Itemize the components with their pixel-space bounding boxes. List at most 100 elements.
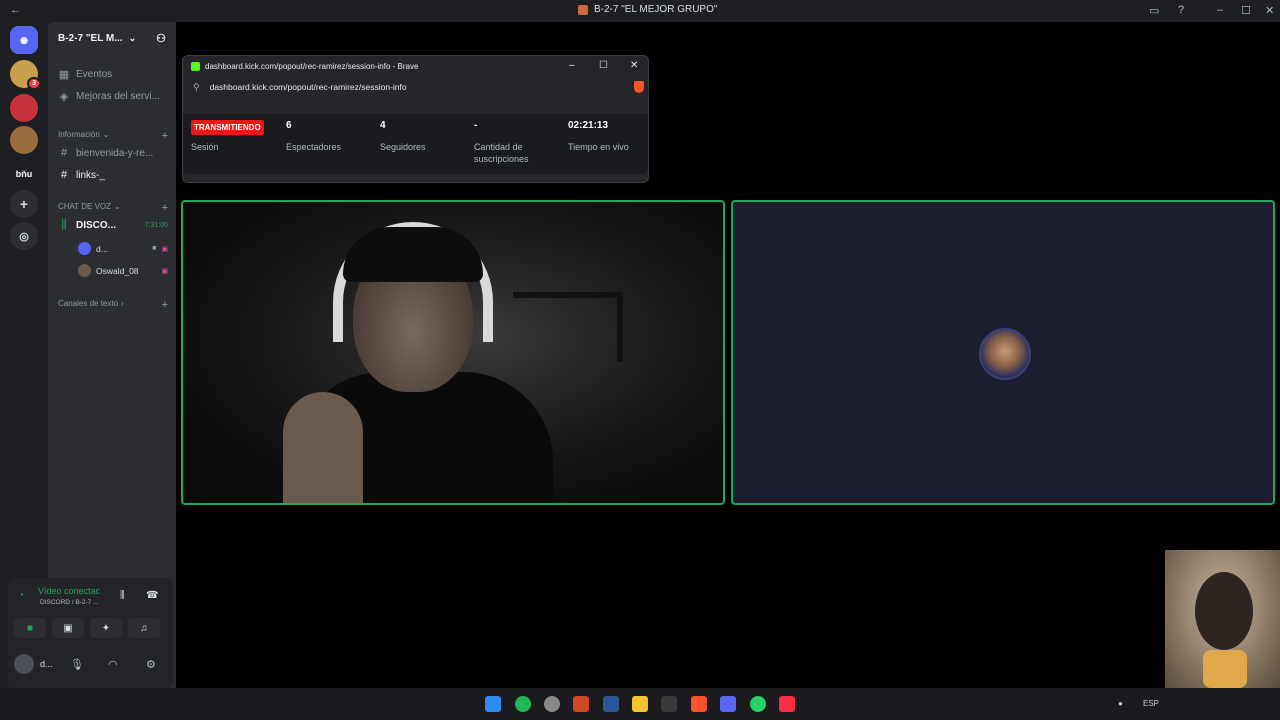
- noise-suppression-icon[interactable]: ⫼: [120, 590, 125, 601]
- microphone-arm: [513, 292, 623, 362]
- menu-item-events[interactable]: ▦ Eventos: [58, 68, 112, 81]
- microphone-icon[interactable]: 🎙: [70, 658, 84, 671]
- discord-home-icon[interactable]: ◉: [10, 26, 38, 54]
- user-panel[interactable]: d...: [14, 654, 53, 674]
- avatar: [78, 264, 91, 277]
- add-channel-icon[interactable]: +: [162, 130, 168, 142]
- windows-icon[interactable]: [485, 696, 501, 712]
- voice-user-name: Oswald_08: [96, 265, 139, 276]
- maximize-icon[interactable]: ☐: [1241, 4, 1251, 17]
- server-icon: [578, 4, 588, 15]
- stat-label: Espectadores: [286, 142, 342, 152]
- gear-icon[interactable]: ⚙: [146, 658, 156, 671]
- notification-badge: 3: [27, 77, 41, 90]
- address-bar[interactable]: ⚲ dashboard.kick.com/popout/rec-ramirez/…: [189, 78, 644, 96]
- add-channel-icon[interactable]: +: [162, 299, 168, 311]
- voice-user[interactable]: d... ■ ▣: [78, 242, 168, 255]
- spotify-icon[interactable]: [515, 696, 531, 712]
- server-item[interactable]: bňu: [10, 160, 38, 188]
- streamer-video: [283, 222, 553, 503]
- chevron-down-icon: ⌄: [128, 32, 137, 43]
- minimize-icon[interactable]: –: [1217, 4, 1223, 16]
- category-label: Información: [58, 130, 100, 139]
- word-icon[interactable]: [603, 696, 619, 712]
- stat-value: 02:21:13: [568, 120, 609, 131]
- close-icon[interactable]: ✕: [630, 60, 638, 71]
- discord-icon[interactable]: [720, 696, 736, 712]
- voice-user-name: d...: [96, 243, 108, 254]
- category-voice[interactable]: CHAT DE VOZ ⌄ +: [58, 202, 168, 214]
- activities-button[interactable]: ✦: [90, 618, 122, 638]
- help-icon[interactable]: ?: [1178, 4, 1184, 16]
- powerpoint-icon[interactable]: [573, 696, 589, 712]
- disconnect-icon[interactable]: ☎: [146, 590, 158, 601]
- brave-icon[interactable]: [691, 696, 707, 712]
- stat-value: -: [474, 120, 478, 131]
- back-icon[interactable]: ←: [10, 4, 21, 16]
- calendar-icon: ▦: [58, 69, 70, 81]
- add-channel-icon[interactable]: +: [162, 202, 168, 214]
- server-item-active[interactable]: [10, 126, 38, 154]
- microphone-icon[interactable]: ●: [1118, 699, 1123, 708]
- browser-popout-window[interactable]: dashboard.kick.com/popout/rec-ramirez/se…: [182, 55, 649, 183]
- popout-titlebar: dashboard.kick.com/popout/rec-ramirez/se…: [183, 56, 648, 76]
- window-title-text: B-2-7 "EL MEJOR GRUPO": [594, 4, 718, 15]
- server-item[interactable]: 3: [10, 60, 41, 90]
- stat-label: Sesión: [191, 142, 219, 152]
- brave-shield-icon[interactable]: [634, 81, 644, 93]
- text-channel[interactable]: # bienvenida-y-re...: [58, 147, 153, 159]
- inbox-icon[interactable]: ▭: [1149, 4, 1159, 17]
- url-text: dashboard.kick.com/popout/rec-ramirez/se…: [209, 82, 407, 92]
- minimize-icon[interactable]: –: [569, 60, 575, 71]
- category-text[interactable]: Canales de texto › +: [58, 299, 168, 311]
- voice-icon: ⫼: [61, 219, 67, 231]
- voice-location: DISCORD / B-2-7 ...: [40, 599, 99, 606]
- menu-item-boosts[interactable]: ◈ Mejoras del servi...: [58, 90, 160, 103]
- camera-icon: ■: [152, 245, 157, 252]
- avatar: [979, 328, 1031, 380]
- headphones-icon[interactable]: ◠: [108, 658, 118, 671]
- voice-status[interactable]: Vídeo conectac: [38, 586, 100, 596]
- server-item[interactable]: [10, 94, 38, 122]
- stat-viewers: 6 Espectadores: [286, 120, 366, 153]
- soundboard-button[interactable]: ♫: [128, 618, 160, 638]
- screen-share-icon: ▣: [161, 267, 168, 275]
- screen-share-button[interactable]: ▣: [52, 618, 84, 638]
- maximize-icon[interactable]: ☐: [599, 60, 608, 71]
- category-info[interactable]: Información ⌄ +: [58, 130, 168, 142]
- capcut-icon[interactable]: [661, 696, 677, 712]
- webcam-overlay: [1165, 550, 1280, 688]
- menu-item-label: Eventos: [76, 69, 113, 80]
- files-icon[interactable]: [632, 696, 648, 712]
- popout-title: dashboard.kick.com/popout/rec-ramirez/se…: [205, 61, 419, 71]
- music-icon[interactable]: [779, 696, 795, 712]
- add-server-icon[interactable]: +: [10, 190, 38, 218]
- window-title: B-2-7 "EL MEJOR GRUPO": [578, 4, 717, 15]
- voice-channel[interactable]: ⫼ DISCO... 7:31:05: [58, 219, 168, 232]
- add-user-icon[interactable]: ⚇: [156, 32, 166, 45]
- language-indicator[interactable]: ESP: [1143, 699, 1159, 708]
- stat-followers: 4 Seguidores: [380, 120, 460, 153]
- username: d...: [40, 659, 53, 669]
- session-stats: TRANSMITIENDO Sesión 6 Espectadores 4 Se…: [183, 114, 648, 174]
- category-label: Canales de texto: [58, 299, 119, 308]
- server-name: B-2-7 "EL M...: [58, 32, 123, 44]
- stat-session: TRANSMITIENDO Sesión: [191, 120, 271, 153]
- discover-icon[interactable]: ◎: [10, 222, 38, 250]
- category-label: CHAT DE VOZ: [58, 202, 112, 211]
- text-channel[interactable]: # links-_: [58, 169, 105, 181]
- camera-button[interactable]: ■: [14, 618, 46, 638]
- stat-label: Cantidad de suscripciones: [474, 142, 529, 164]
- site-settings-icon[interactable]: ⚲: [193, 82, 200, 93]
- chrome-icon[interactable]: [544, 696, 560, 712]
- close-icon[interactable]: ✕: [1265, 4, 1274, 17]
- stat-label: Seguidores: [380, 142, 426, 152]
- whatsapp-icon[interactable]: [750, 696, 766, 712]
- video-tile-camera[interactable]: [181, 200, 725, 505]
- video-tile-avatar[interactable]: [731, 200, 1275, 505]
- server-header[interactable]: B-2-7 "EL M... ⌄ ⚇: [48, 22, 176, 54]
- stat-value: 4: [380, 120, 386, 131]
- avatar: [14, 654, 34, 674]
- voice-user[interactable]: Oswald_08 ▣: [78, 264, 168, 277]
- signal-icon[interactable]: ◔: [18, 590, 24, 601]
